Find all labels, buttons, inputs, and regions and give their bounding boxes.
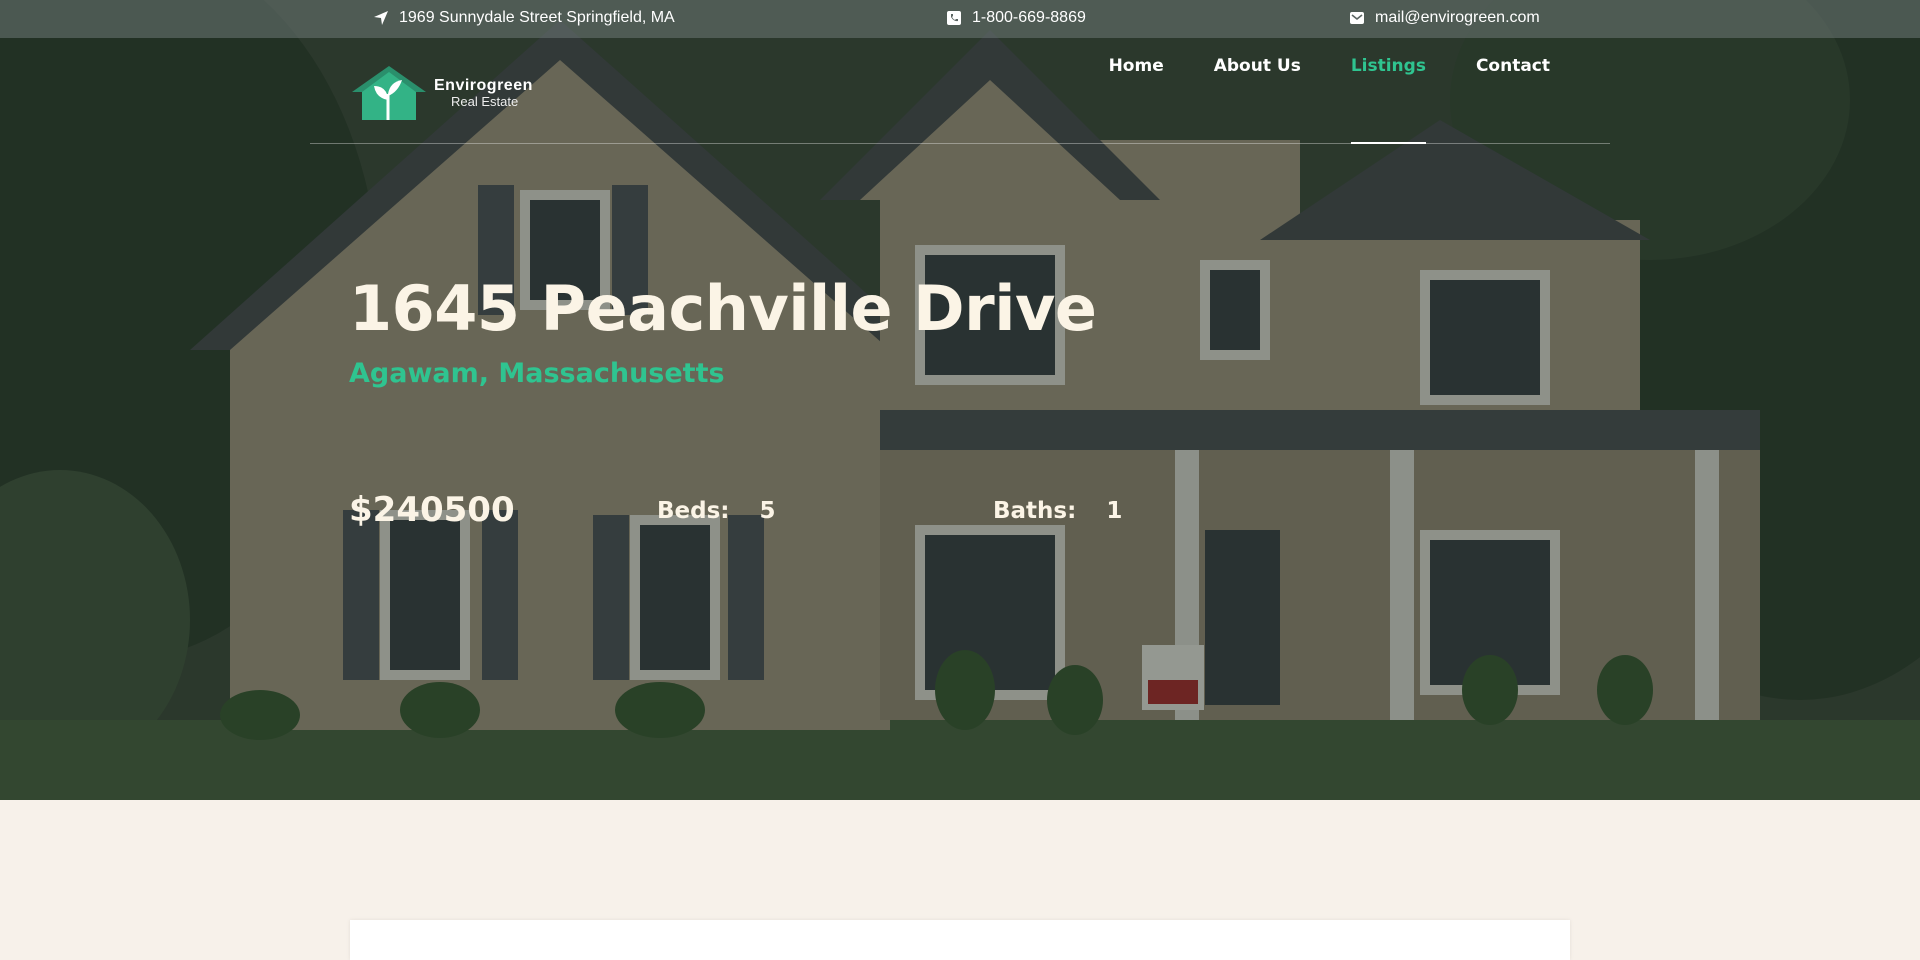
brand-logo[interactable]: Envirogreen Real Estate	[350, 64, 533, 122]
topbar-address: 1969 Sunnydale Street Springfield, MA	[373, 9, 675, 27]
listing-details-card	[350, 920, 1570, 960]
beds-label: Beds:	[657, 498, 730, 524]
listing-street-title: 1645 Peachville Drive	[349, 272, 1097, 345]
brand-name: Envirogreen	[434, 77, 533, 95]
baths-value: 1	[1106, 498, 1123, 524]
location-arrow-icon	[374, 11, 388, 25]
email-text: mail@envirogreen.com	[1375, 9, 1540, 26]
nav-item-contact[interactable]: Contact	[1476, 38, 1550, 143]
brand-tagline: Real Estate	[451, 93, 519, 109]
house-leaf-logo-icon	[352, 66, 426, 120]
nav-menu: Home About Us Listings Contact	[1059, 38, 1610, 144]
phone-icon	[947, 11, 961, 25]
listing-beds: Beds: 5	[657, 498, 776, 524]
nav-item-about-us[interactable]: About Us	[1214, 38, 1301, 143]
address-text: 1969 Sunnydale Street Springfield, MA	[399, 9, 675, 26]
beds-value: 5	[759, 498, 776, 524]
mail-icon	[1350, 12, 1364, 24]
listing-price: $240500	[349, 490, 515, 530]
baths-label: Baths:	[993, 498, 1077, 524]
listing-location: Agawam, Massachusetts	[349, 358, 725, 389]
listing-baths: Baths: 1	[993, 498, 1122, 524]
phone-text: 1-800-669-8869	[972, 9, 1086, 26]
contact-topbar: 1969 Sunnydale Street Springfield, MA 1-…	[0, 0, 1920, 38]
nav-item-listings[interactable]: Listings	[1350, 38, 1427, 144]
topbar-email[interactable]: mail@envirogreen.com	[1349, 9, 1540, 27]
nav-item-home[interactable]: Home	[1109, 38, 1164, 143]
topbar-phone[interactable]: 1-800-669-8869	[946, 9, 1086, 27]
main-navigation: Envirogreen Real Estate Home About Us Li…	[310, 38, 1610, 144]
